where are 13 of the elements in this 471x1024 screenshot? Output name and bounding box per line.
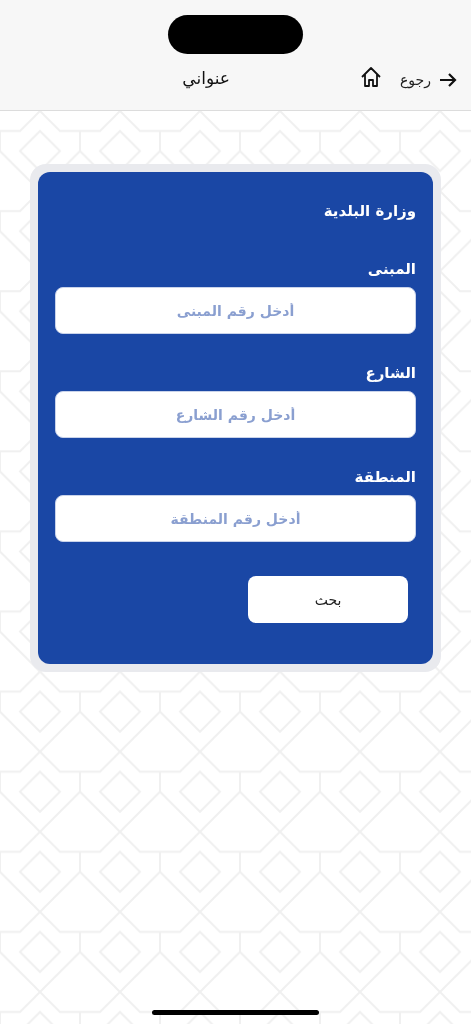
page-title: عنواني bbox=[182, 68, 230, 88]
home-button[interactable] bbox=[360, 66, 382, 88]
card-title: وزارة البلدية bbox=[322, 202, 416, 220]
search-button[interactable]: بحث bbox=[248, 576, 408, 623]
home-icon bbox=[360, 66, 382, 88]
input-field[interactable]: أدخل رقم المنطقة bbox=[55, 495, 416, 542]
input-field[interactable]: أدخل رقم الشارع bbox=[55, 391, 416, 438]
input-field[interactable]: أدخل رقم المبنى bbox=[55, 287, 416, 334]
field-label: المبنى bbox=[366, 260, 416, 278]
back-button[interactable]: رجوع bbox=[400, 72, 457, 88]
field-label: المنطقة bbox=[353, 468, 416, 486]
field-label: الشارع bbox=[364, 364, 416, 382]
arrow-right-icon bbox=[439, 72, 457, 88]
